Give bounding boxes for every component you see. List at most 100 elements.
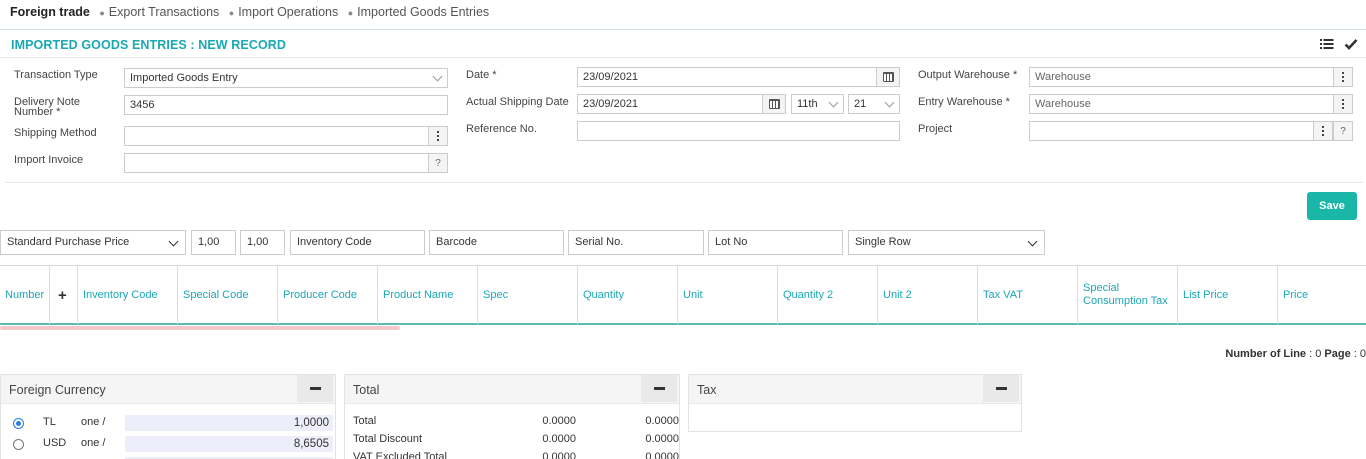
chevron-down-icon — [432, 71, 443, 82]
check-icon[interactable] — [1344, 37, 1358, 51]
total-row-label: Total Discount — [353, 433, 423, 445]
import-invoice-help-button[interactable]: ? — [428, 154, 447, 172]
date-calendar-button[interactable] — [876, 68, 899, 86]
inventory-code-input[interactable]: Inventory Code — [290, 230, 425, 255]
currency-radio-usd[interactable] — [13, 439, 24, 450]
date-value: 23/09/2021 — [583, 71, 639, 83]
kebab-icon — [1342, 76, 1344, 78]
breadcrumb-root[interactable]: Foreign trade — [10, 5, 90, 19]
page-label: Page — [1324, 348, 1351, 360]
column-spec[interactable]: Spec — [478, 266, 578, 324]
breadcrumb-item-entries[interactable]: Imported Goods Entries — [357, 5, 489, 19]
lines-label: Number of Line — [1225, 348, 1307, 360]
currency-row: TL one / 1,0000 — [1, 415, 339, 431]
kebab-icon — [1342, 103, 1344, 105]
add-row-button[interactable]: + — [50, 266, 78, 324]
column-quantity-2[interactable]: Quantity 2 — [778, 266, 878, 324]
project-menu-button[interactable] — [1313, 122, 1333, 140]
project-input[interactable]: ? — [1029, 121, 1353, 141]
total-row-value-2: 0.0000 — [645, 433, 679, 445]
entry-warehouse-menu-button[interactable] — [1333, 95, 1352, 113]
currency-code: USD — [43, 437, 67, 449]
collapse-foreign-currency-button[interactable] — [297, 375, 333, 402]
output-warehouse-input[interactable]: Warehouse — [1029, 67, 1353, 87]
total-row: Total Discount 0.0000 0.0000 — [353, 433, 679, 449]
actual-shipping-date-input[interactable]: 23/09/2021 — [577, 94, 786, 114]
reference-no-label: Reference No. — [466, 123, 537, 135]
shipping-method-label: Shipping Method — [14, 127, 97, 139]
multiplier-input-1[interactable]: 1,00 — [191, 230, 236, 255]
bullet-icon: ● — [99, 8, 105, 18]
grid-horizontal-scrollbar[interactable] — [0, 326, 400, 330]
delivery-note-input[interactable]: 3456 — [124, 95, 448, 115]
output-warehouse-label: Output Warehouse * — [918, 69, 1018, 81]
minus-icon — [653, 387, 665, 390]
shipping-minute-value: 21 — [854, 98, 867, 110]
breadcrumb-item-export[interactable]: Export Transactions — [109, 5, 219, 19]
tax-title: Tax — [697, 383, 717, 397]
collapse-tax-button[interactable] — [983, 375, 1019, 402]
line-info: Number of Line : 0 Page : 0 — [1225, 348, 1366, 360]
project-label: Project — [918, 123, 953, 135]
multiplier-input-2[interactable]: 1,00 — [240, 230, 285, 255]
total-row-label: Total — [353, 415, 377, 427]
currency-per: one / — [81, 437, 106, 449]
entry-warehouse-input[interactable]: Warehouse — [1029, 94, 1353, 114]
shipping-method-input[interactable] — [124, 126, 448, 146]
total-row: Total 0.0000 0.0000 — [353, 415, 679, 431]
shipping-method-menu-button[interactable] — [428, 127, 447, 145]
entry-warehouse-label: Entry Warehouse * — [918, 96, 1010, 108]
shipping-hour-select[interactable]: 11th — [791, 94, 844, 114]
breadcrumb-item-import[interactable]: Import Operations — [238, 5, 338, 19]
column-list-price[interactable]: List Price — [1178, 266, 1278, 324]
column-tax-vat[interactable]: Tax VAT — [978, 266, 1078, 324]
column-producer-code[interactable]: Producer Code — [278, 266, 378, 324]
save-button[interactable]: Save — [1307, 192, 1357, 220]
total-row-value-2: 0.0000 — [645, 451, 679, 459]
actual-shipping-date-label: Actual Shipping Date — [466, 96, 569, 108]
calendar-icon — [768, 99, 780, 109]
currency-rate[interactable]: 8,6505 — [125, 436, 333, 452]
total-row-value-1: 0.0000 — [542, 451, 576, 459]
import-invoice-input[interactable]: ? — [124, 153, 448, 173]
bullet-icon: ● — [228, 8, 235, 18]
shipping-minute-select[interactable]: 21 — [848, 94, 900, 114]
currency-per: one / — [81, 416, 106, 428]
divider — [5, 182, 1363, 183]
currency-radio-tl[interactable] — [13, 418, 24, 429]
shipping-date-calendar-button[interactable] — [762, 95, 785, 113]
date-input[interactable]: 23/09/2021 — [577, 67, 900, 87]
currency-code: TL — [43, 416, 56, 428]
date-label: Date * — [466, 69, 497, 81]
price-type-select[interactable]: Standard Purchase Price — [0, 230, 186, 255]
serial-no-input[interactable]: Serial No. — [568, 230, 704, 255]
list-icon[interactable] — [1320, 37, 1334, 51]
actual-shipping-date-value: 23/09/2021 — [583, 98, 639, 110]
currency-rate[interactable]: 1,0000 — [125, 415, 333, 431]
column-unit[interactable]: Unit — [678, 266, 778, 324]
column-special-consumption-tax[interactable]: Special Consumption Tax — [1078, 266, 1178, 324]
transaction-type-select[interactable]: Imported Goods Entry — [124, 68, 448, 88]
column-price[interactable]: Price — [1278, 266, 1366, 324]
foreign-currency-panel: Foreign Currency TL one / 1,0000 USD one… — [0, 374, 336, 459]
chevron-down-icon — [884, 97, 895, 108]
column-inventory-code[interactable]: Inventory Code — [78, 266, 178, 324]
column-quantity[interactable]: Quantity — [578, 266, 678, 324]
reference-no-input[interactable] — [577, 121, 900, 141]
row-mode-value: Single Row — [855, 236, 911, 248]
bullet-icon: ● — [347, 8, 354, 18]
column-number[interactable]: Number — [0, 266, 50, 324]
column-product-name[interactable]: Product Name — [378, 266, 478, 324]
tax-panel: Tax — [688, 374, 1022, 432]
collapse-total-button[interactable] — [641, 375, 677, 402]
lot-no-input[interactable]: Lot No — [708, 230, 843, 255]
total-row-value-1: 0.0000 — [542, 433, 576, 445]
project-help-button[interactable]: ? — [1333, 122, 1352, 140]
column-unit-2[interactable]: Unit 2 — [878, 266, 978, 324]
shipping-hour-value: 11th — [797, 98, 818, 110]
barcode-input[interactable]: Barcode — [429, 230, 564, 255]
chevron-down-icon — [828, 97, 839, 108]
row-mode-select[interactable]: Single Row — [848, 230, 1045, 255]
output-warehouse-menu-button[interactable] — [1333, 68, 1352, 86]
column-special-code[interactable]: Special Code — [178, 266, 278, 324]
